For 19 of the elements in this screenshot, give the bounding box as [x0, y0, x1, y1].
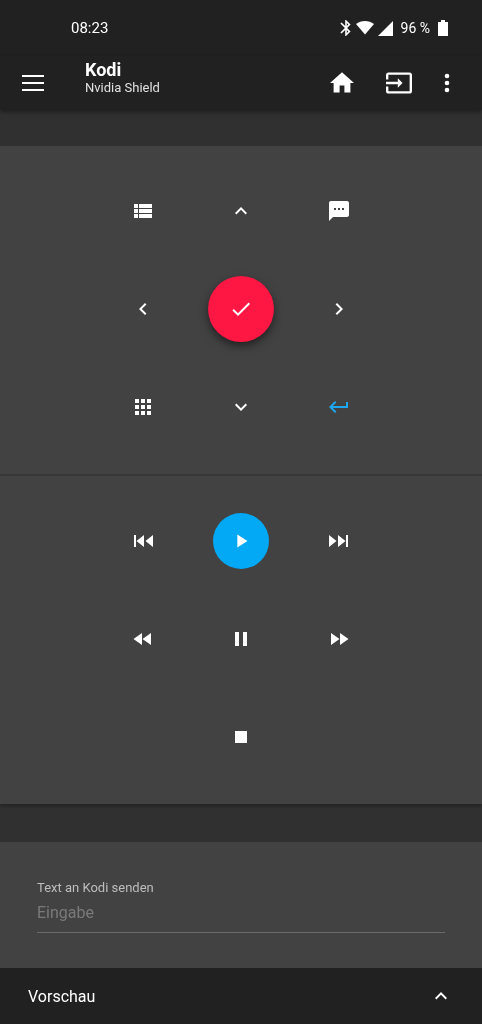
battery-icon — [438, 20, 448, 36]
chat-bubble-icon[interactable] — [327, 199, 351, 223]
app-subtitle: Nvidia Shield — [85, 80, 161, 95]
battery-percentage: 96 % — [400, 20, 430, 36]
status-time: 08:23 — [71, 19, 109, 37]
menu-icon[interactable] — [22, 75, 44, 91]
text-input-card[interactable]: Text an Kodi senden Eingabe — [0, 842, 482, 968]
bluetooth-icon — [339, 20, 352, 36]
text-input-field[interactable]: Eingabe — [37, 895, 445, 933]
play-button[interactable] — [213, 513, 269, 569]
more-options-icon[interactable] — [444, 73, 450, 93]
preview-label: Vorschau — [28, 986, 96, 1006]
select-button[interactable] — [208, 276, 274, 342]
app-title: Kodi — [85, 59, 123, 80]
field-label: Text an Kodi senden — [37, 880, 154, 895]
wifi-icon — [355, 20, 374, 36]
home-icon[interactable] — [330, 72, 354, 94]
signal-icon — [377, 20, 393, 36]
input-source-icon[interactable] — [386, 72, 412, 94]
